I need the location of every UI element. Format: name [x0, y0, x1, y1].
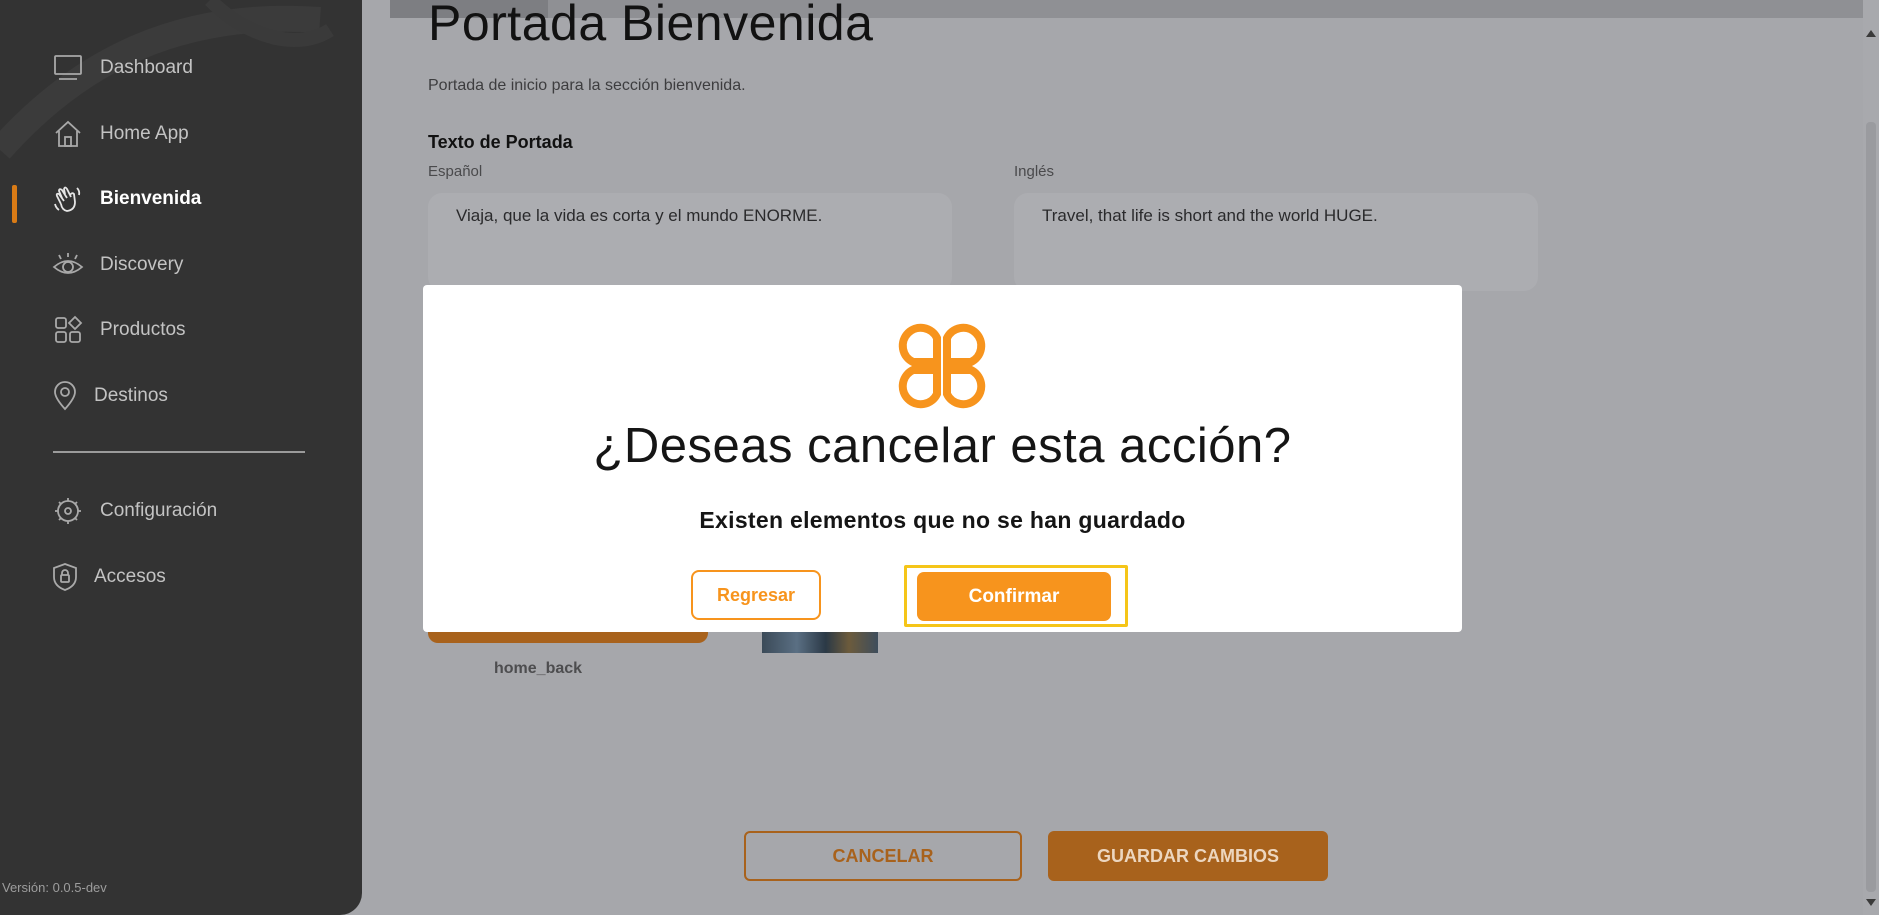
english-textarea[interactable]: Travel, that life is short and the world…	[1014, 193, 1538, 291]
sidebar-item-home-app[interactable]: Home App	[52, 114, 189, 154]
gear-icon	[52, 495, 84, 527]
sidebar: Dashboard Home App Bienvenida Discovery …	[0, 0, 362, 915]
sidebar-item-label: Discovery	[100, 254, 184, 275]
active-indicator	[12, 185, 17, 223]
sidebar-item-label: Destinos	[94, 385, 168, 406]
eye-icon	[52, 249, 84, 281]
section-label: Texto de Portada	[428, 132, 573, 152]
sidebar-item-label: Accesos	[94, 566, 166, 587]
sidebar-item-productos[interactable]: Productos	[52, 310, 186, 350]
scroll-thumb[interactable]	[1866, 122, 1876, 892]
confirm-dialog: ¿Deseas cancelar esta acción? Existen el…	[423, 285, 1462, 632]
scrollbar[interactable]	[1863, 0, 1879, 915]
sidebar-item-discovery[interactable]: Discovery	[52, 245, 183, 285]
english-label: Inglés	[1014, 163, 1055, 180]
sidebar-item-dashboard[interactable]: Dashboard	[52, 48, 193, 88]
sidebar-item-label: Dashboard	[100, 57, 193, 78]
monitor-icon	[52, 52, 84, 84]
clover-logo-icon	[898, 323, 986, 409]
waving-hand-icon	[52, 183, 84, 215]
spanish-label: Español	[428, 163, 483, 180]
back-button[interactable]: Regresar	[691, 570, 821, 620]
sidebar-item-bienvenida[interactable]: Bienvenida	[52, 179, 201, 219]
sidebar-item-destinos[interactable]: Destinos	[52, 376, 168, 416]
sidebar-item-configuracion[interactable]: Configuración	[52, 491, 217, 531]
scroll-down-arrow[interactable]	[1866, 899, 1876, 906]
version-label: Versión: 0.0.5-dev	[2, 880, 107, 895]
confirm-button[interactable]: Confirmar	[917, 572, 1111, 621]
sidebar-divider	[53, 451, 305, 453]
sidebar-item-label: Bienvenida	[100, 188, 202, 209]
image-label: home_back	[494, 660, 583, 677]
save-changes-button[interactable]: GUARDAR CAMBIOS	[1048, 831, 1328, 881]
grid-shapes-icon	[52, 314, 84, 346]
sidebar-item-accesos[interactable]: Accesos	[52, 557, 166, 597]
shield-lock-icon	[52, 561, 78, 593]
home-icon	[52, 118, 84, 150]
dialog-message: Existen elementos que no se han guardado	[699, 507, 1186, 533]
map-pin-icon	[52, 380, 78, 412]
scroll-up-arrow[interactable]	[1866, 30, 1876, 37]
spanish-textarea[interactable]: Viaja, que la vida es corta y el mundo E…	[428, 193, 952, 291]
cancel-button[interactable]: CANCELAR	[744, 831, 1022, 881]
sidebar-item-label: Configuración	[100, 500, 218, 521]
sidebar-item-label: Productos	[100, 319, 186, 340]
sidebar-item-label: Home App	[100, 123, 189, 144]
page-title: Portada Bienvenida	[428, 0, 874, 51]
dialog-title: ¿Deseas cancelar esta acción?	[593, 419, 1292, 473]
page-subtitle: Portada de inicio para la sección bienve…	[428, 77, 746, 94]
